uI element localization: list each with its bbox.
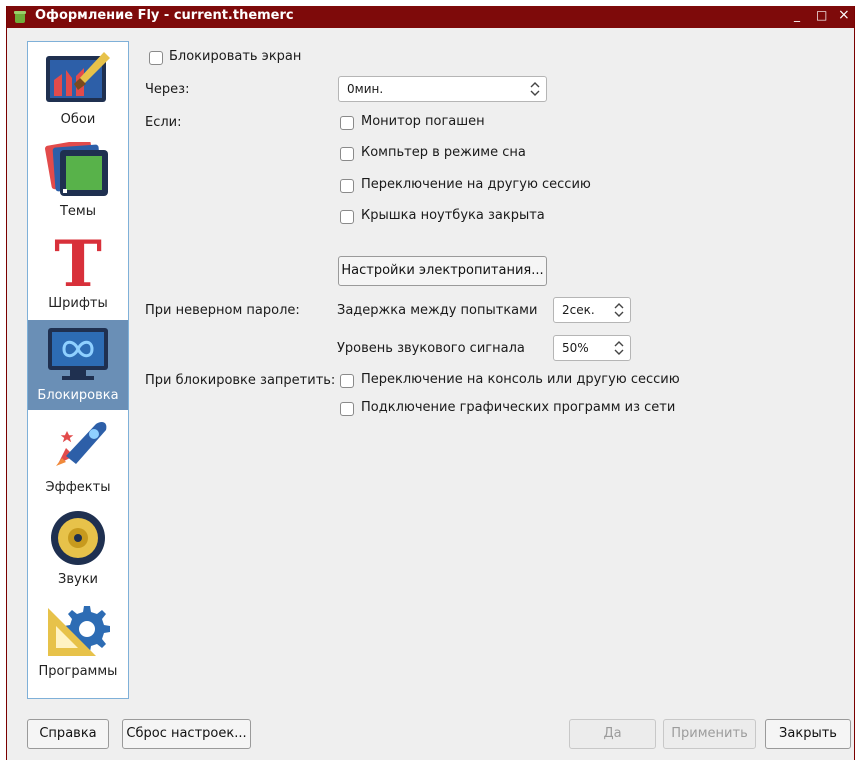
sidebar-item-sounds[interactable]: Звуки — [28, 504, 128, 594]
lid-closed-checkbox[interactable] — [340, 210, 354, 224]
sidebar-item-lock[interactable]: Блокировка — [28, 320, 128, 410]
delay-value: 2сек. — [562, 303, 595, 317]
settings-window: Оформление Fly - current.themerc _ □ × О… — [6, 6, 855, 760]
programs-icon — [48, 606, 110, 656]
lock-screen-checkbox[interactable] — [149, 51, 163, 65]
sound-level-value: 50% — [562, 341, 589, 355]
forbid-label: При блокировке запретить: — [145, 373, 336, 388]
wrong-password-label: При неверном пароле: — [145, 303, 300, 318]
sidebar-item-fonts[interactable]: T Шрифты — [28, 228, 128, 318]
close-window-button[interactable]: × — [838, 7, 850, 23]
sidebar-item-programs[interactable]: Программы — [28, 596, 128, 686]
close-button[interactable]: Закрыть — [765, 719, 851, 749]
forbid-network-graphics-label: Подключение графических программ из сети — [361, 400, 676, 415]
switch-session-label: Переключение на другую сессию — [361, 177, 591, 192]
title-bar: Оформление Fly - current.themerc _ □ × — [7, 6, 854, 28]
power-settings-button[interactable]: Настройки электропитания... — [338, 256, 547, 286]
lock-screen-icon — [48, 328, 108, 380]
spinner-arrows-icon[interactable] — [613, 301, 625, 319]
sidebar-item-label: Блокировка — [37, 388, 119, 403]
sidebar-item-effects[interactable]: Эффекты — [28, 412, 128, 502]
after-time-spinbox[interactable]: 0мин. — [338, 76, 547, 102]
after-time-value: 0мин. — [347, 82, 384, 96]
delay-spinbox[interactable]: 2сек. — [553, 297, 631, 323]
maximize-button[interactable]: □ — [816, 8, 827, 22]
sound-level-spinbox[interactable]: 50% — [553, 335, 631, 361]
monitor-off-checkbox[interactable] — [340, 116, 354, 130]
switch-session-checkbox[interactable] — [340, 179, 354, 193]
sidebar-item-label: Шрифты — [48, 296, 108, 311]
window-title: Оформление Fly - current.themerc — [35, 8, 294, 23]
effects-icon — [56, 422, 107, 466]
reset-settings-button[interactable]: Сброс настроек... — [122, 719, 251, 749]
lock-screen-label: Блокировать экран — [169, 49, 302, 64]
if-label: Если: — [145, 115, 182, 130]
spinner-arrows-icon[interactable] — [613, 339, 625, 357]
monitor-off-label: Монитор погашен — [361, 114, 485, 129]
forbid-console-switch-checkbox[interactable] — [340, 374, 354, 388]
after-label: Через: — [145, 82, 190, 97]
sidebar-item-label: Обои — [60, 112, 96, 127]
sleep-mode-checkbox[interactable] — [340, 147, 354, 161]
apply-button[interactable]: Применить — [663, 719, 756, 749]
sidebar-item-label: Программы — [38, 664, 118, 679]
ok-button[interactable]: Да — [569, 719, 656, 749]
sidebar-item-label: Звуки — [58, 572, 98, 587]
forbid-network-graphics-checkbox[interactable] — [340, 402, 354, 416]
themes-icon — [45, 142, 108, 196]
svg-text:T: T — [54, 234, 102, 290]
sounds-icon — [51, 511, 105, 565]
help-button[interactable]: Справка — [27, 719, 109, 749]
sidebar-item-themes[interactable]: Темы — [28, 136, 128, 226]
category-sidebar: Обои Темы T Шрифты Блокировка Эффекты Зв… — [27, 41, 129, 699]
sound-level-label: Уровень звукового сигнала — [337, 341, 525, 356]
app-icon — [14, 11, 26, 23]
sleep-mode-label: Компьтер в режиме сна — [361, 145, 526, 160]
minimize-button[interactable]: _ — [794, 8, 800, 22]
sidebar-item-wallpaper[interactable]: Обои — [28, 44, 128, 134]
forbid-console-switch-label: Переключение на консоль или другую сесси… — [361, 372, 680, 387]
fonts-icon: T — [54, 234, 102, 290]
sidebar-item-label: Эффекты — [45, 480, 111, 495]
delay-label: Задержка между попытками — [337, 303, 538, 318]
sidebar-item-label: Темы — [59, 204, 96, 219]
spinner-arrows-icon[interactable] — [529, 80, 541, 98]
lid-closed-label: Крышка ноутбука закрыта — [361, 208, 545, 223]
wallpaper-icon — [46, 52, 110, 102]
